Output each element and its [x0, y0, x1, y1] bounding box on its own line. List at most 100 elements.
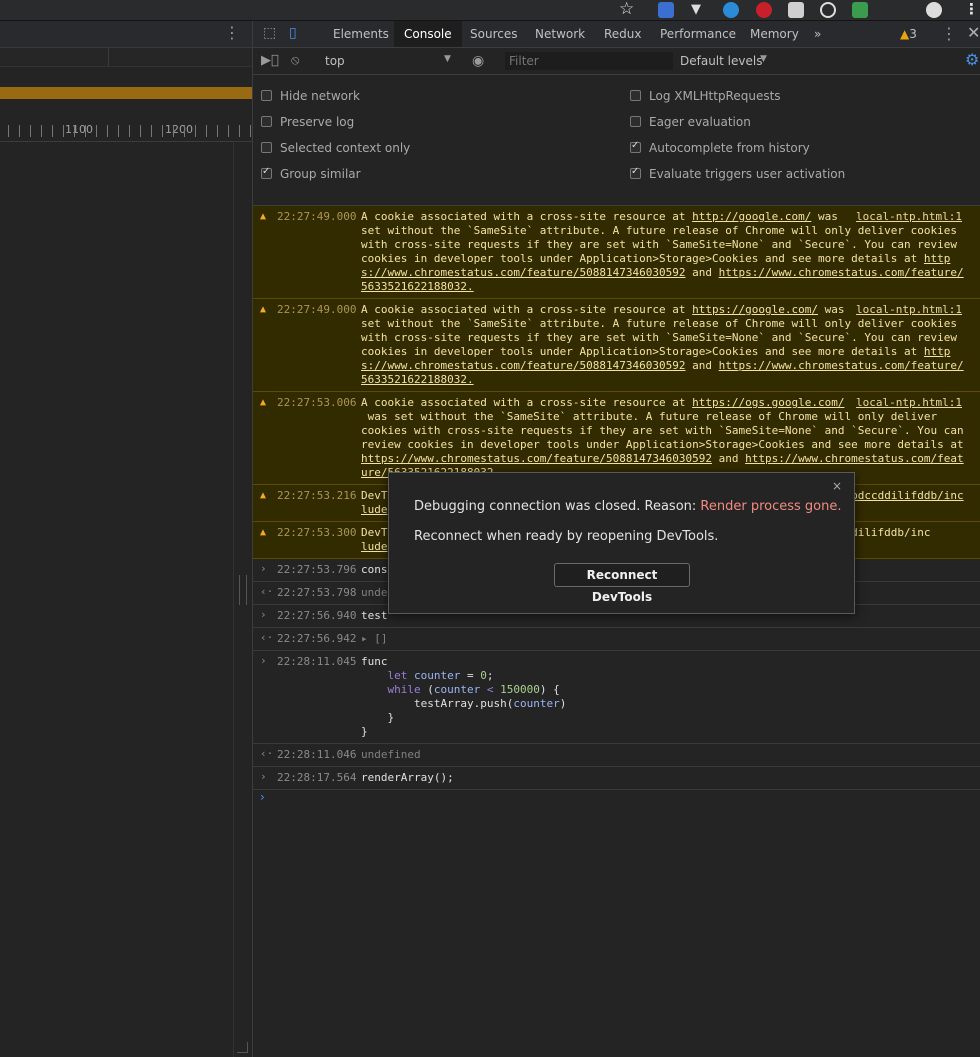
live-expression-eye-icon[interactable]: ◉ — [472, 53, 484, 69]
setting-log-xhr[interactable]: Log XMLHttpRequests — [630, 89, 781, 103]
timeline-activity-bar — [0, 87, 252, 99]
devtools-tabbar: ⬚ ▯ Elements Console Sources Network Red… — [253, 21, 980, 48]
console-result-row[interactable]: ‹· 22:28:11.046 undefined — [253, 744, 980, 767]
checkbox[interactable] — [261, 116, 272, 127]
message-line: let counter = 0; — [387, 669, 494, 682]
message-text: ▸ [] — [361, 628, 980, 650]
console-warning-row[interactable]: ▲ 22:27:49.000 A cookie associated with a … — [253, 206, 980, 299]
devtools-menu-icon[interactable]: ⋮ — [941, 24, 957, 43]
extension-translate-icon[interactable] — [658, 2, 674, 18]
resize-handle-icon[interactable] — [237, 1042, 248, 1053]
result-arrow-icon: ‹· — [260, 631, 274, 644]
warning-counter[interactable]: ▲3 — [900, 27, 917, 41]
tab-elements[interactable]: Elements — [323, 21, 399, 47]
more-tabs-button[interactable]: » — [804, 21, 831, 47]
console-filter-input[interactable] — [505, 52, 673, 70]
tab-memory[interactable]: Memory — [740, 21, 809, 47]
message-source-link[interactable]: local-ntp.html:1 — [856, 303, 962, 317]
result-arrow-icon: ‹· — [260, 585, 274, 598]
setting-label: Selected context only — [280, 141, 411, 155]
tab-sources[interactable]: Sources — [460, 21, 527, 47]
setting-selected-context-only[interactable]: Selected context only — [261, 141, 410, 155]
browser-menu-icon[interactable]: ⋮ — [964, 0, 979, 18]
clear-console-icon[interactable]: ⦸ — [291, 53, 299, 68]
message-text: renderArray(); — [361, 767, 980, 789]
message-line: 5633521622188032. — [361, 280, 474, 293]
message-timestamp: 22:27:53.798 — [277, 586, 357, 599]
inspect-element-icon[interactable]: ⬚ — [263, 25, 276, 41]
warning-icon: ▲ — [260, 211, 267, 222]
console-settings-gear-icon[interactable]: ⚙ — [965, 50, 979, 69]
input-chevron-icon: › — [260, 654, 267, 667]
reconnect-devtools-button[interactable]: Reconnect DevTools — [554, 563, 690, 604]
tab-redux[interactable]: Redux — [594, 21, 652, 47]
page-panel: ⋮ 1100 1200 — [0, 21, 253, 1057]
checkbox[interactable] — [261, 142, 272, 153]
disconnected-dialog: × Debugging connection was closed. Reaso… — [388, 472, 855, 614]
message-line: cookies with cross-site requests if they… — [361, 424, 964, 437]
message-timestamp: 22:28:17.564 — [277, 771, 357, 784]
extension-generic-icon[interactable] — [788, 2, 804, 18]
warning-icon: ▲ — [900, 27, 910, 41]
message-timestamp: 22:27:49.000 — [277, 210, 357, 223]
message-source-link[interactable]: local-ntp.html:1 — [856, 210, 962, 224]
message-line: https://www.chromestatus.com/feature/508… — [361, 452, 964, 465]
profile-avatar-icon[interactable] — [926, 2, 942, 18]
checkbox[interactable] — [630, 90, 641, 101]
setting-label: Hide network — [280, 89, 360, 103]
setting-autocomplete-history[interactable]: Autocomplete from history — [630, 140, 810, 155]
page-panel-menu-icon[interactable]: ⋮ — [224, 23, 240, 42]
message-line: } — [361, 725, 368, 738]
message-line: with cross-site requests if they are set… — [361, 331, 958, 344]
panel-splitter[interactable] — [239, 575, 247, 605]
extension-vue-icon[interactable]: ▼ — [691, 2, 707, 18]
checkbox[interactable] — [630, 140, 641, 153]
setting-hide-network[interactable]: Hide network — [261, 89, 360, 103]
console-settings-pane: Hide network Preserve log Selected conte… — [253, 75, 980, 206]
checkbox[interactable] — [630, 116, 641, 127]
checkbox[interactable] — [261, 166, 272, 179]
extension-sync-icon[interactable] — [723, 2, 739, 18]
dialog-message-prefix: Debugging connection was closed. Reason: — [414, 499, 701, 514]
setting-group-similar[interactable]: Group similar — [261, 166, 361, 181]
console-result-row[interactable]: ‹· 22:27:56.942 ▸ [] — [253, 628, 980, 651]
message-line: while (counter < 150000) { — [387, 683, 560, 696]
bookmark-star-icon[interactable]: ☆ — [619, 0, 634, 19]
tab-performance[interactable]: Performance — [650, 21, 746, 47]
message-line: cookies in developer tools under Applica… — [361, 252, 951, 265]
extension-badge-icon[interactable] — [852, 2, 868, 18]
message-timestamp: 22:28:11.045 — [277, 655, 357, 668]
message-line: 5633521622188032. — [361, 373, 474, 386]
input-chevron-icon: › — [260, 608, 267, 621]
setting-evaluate-triggers[interactable]: Evaluate triggers user activation — [630, 166, 845, 181]
message-line: testArray.push(counter) — [361, 697, 567, 710]
log-levels-dropdown[interactable]: Default levels — [680, 54, 762, 68]
console-input-row[interactable]: › 22:28:11.045 func let counter = 0; while… — [253, 651, 980, 744]
extension-adblock-icon[interactable] — [756, 2, 772, 18]
console-prompt[interactable]: › — [253, 790, 980, 810]
context-selector[interactable]: top — [325, 54, 345, 68]
tab-network[interactable]: Network — [525, 21, 595, 47]
warning-icon: ▲ — [260, 397, 267, 408]
console-prompt-icon[interactable]: › — [260, 790, 265, 804]
setting-label: Log XMLHttpRequests — [649, 89, 781, 103]
message-timestamp: 22:27:53.006 — [277, 396, 357, 409]
checkbox[interactable] — [261, 90, 272, 101]
extension-check-icon[interactable] — [820, 2, 836, 18]
sidebar-toggle-icon[interactable]: ▶⃞ — [261, 53, 279, 68]
message-source-link[interactable]: local-ntp.html:1 — [856, 396, 962, 410]
message-timestamp: 22:27:53.300 — [277, 526, 357, 539]
setting-eager-evaluation[interactable]: Eager evaluation — [630, 115, 751, 129]
device-toolbar-icon[interactable]: ▯ — [289, 25, 297, 41]
setting-preserve-log[interactable]: Preserve log — [261, 115, 354, 129]
console-input-row[interactable]: › 22:28:17.564 renderArray(); — [253, 767, 980, 790]
page-panel-subbar — [0, 48, 252, 67]
checkbox[interactable] — [630, 166, 641, 179]
message-timestamp: 22:27:53.796 — [277, 563, 357, 576]
input-chevron-icon: › — [260, 770, 267, 783]
tab-console[interactable]: Console — [394, 21, 462, 47]
warning-icon: ▲ — [260, 490, 267, 501]
devtools-close-icon[interactable]: ✕ — [967, 23, 980, 42]
console-warning-row[interactable]: ▲ 22:27:49.000 A cookie associated with a … — [253, 299, 980, 392]
dialog-close-icon[interactable]: × — [832, 479, 842, 493]
